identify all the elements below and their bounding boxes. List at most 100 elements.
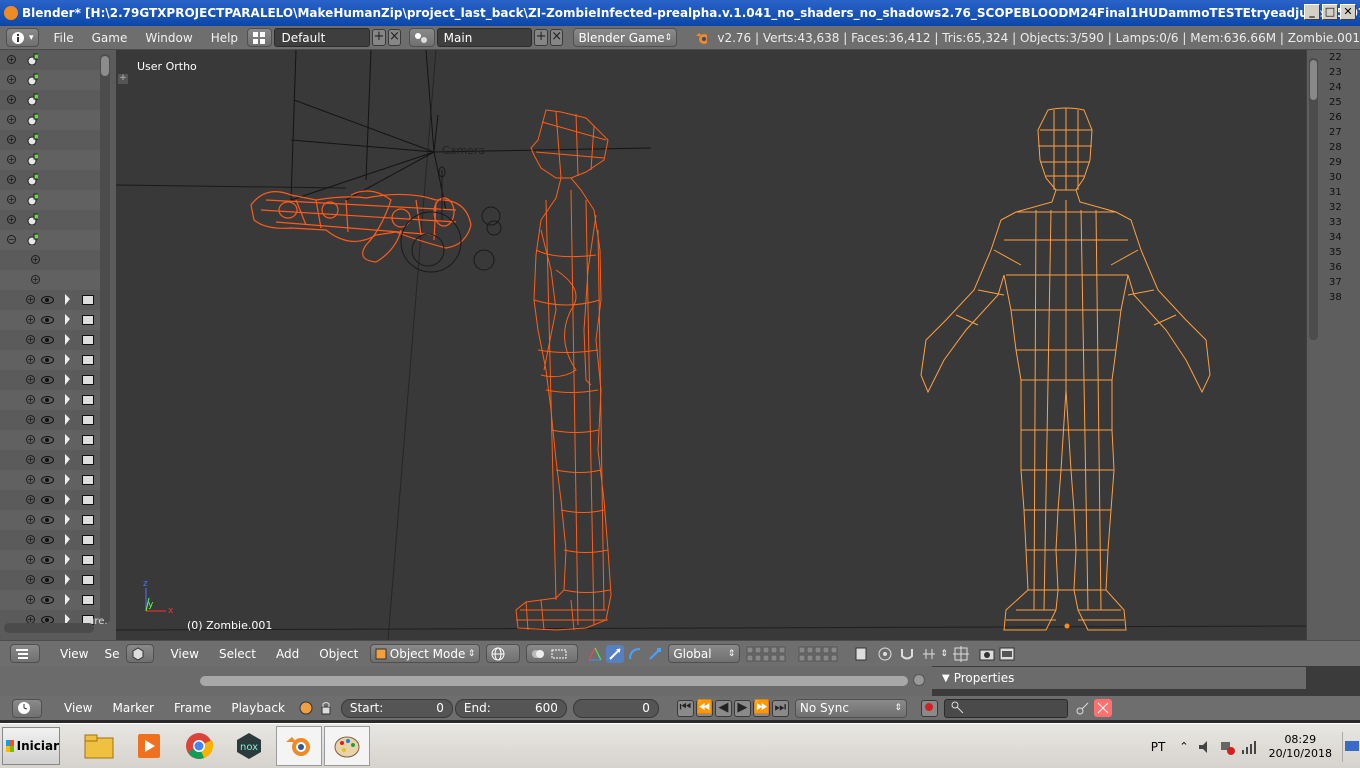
play-reverse-button[interactable]: ◀ [714, 699, 732, 717]
render-camera-icon[interactable] [82, 335, 94, 345]
expand-toggle-icon[interactable]: + [31, 255, 40, 264]
snap-target-icon[interactable] [952, 645, 970, 663]
layer-lock-icon[interactable] [852, 645, 870, 663]
outliner-row[interactable]: + [0, 50, 100, 70]
visibility-eye-icon[interactable] [41, 516, 54, 524]
remove-scene-button[interactable]: × [549, 29, 564, 46]
expand-toggle-icon[interactable]: + [26, 495, 35, 504]
taskbar-explorer[interactable] [76, 726, 122, 766]
outliner-row[interactable]: + [0, 550, 100, 570]
collapse-triangle-icon[interactable]: ▼ [942, 673, 950, 684]
render-engine-dropdown[interactable]: Blender Game ⇕ [573, 28, 678, 47]
network-error-icon[interactable] [1219, 739, 1235, 755]
expand-toggle-icon[interactable]: + [26, 335, 35, 344]
outliner-row[interactable]: + [0, 470, 100, 490]
outliner-row[interactable]: + [0, 150, 100, 170]
outliner-view-menu[interactable]: View [50, 647, 98, 661]
layers-grid-left-icon[interactable] [746, 645, 794, 663]
render-camera-icon[interactable] [82, 355, 94, 365]
viewport-shading-dropdown[interactable] [486, 644, 521, 663]
speaker-icon[interactable] [1197, 739, 1213, 755]
3d-view-editor-type-button[interactable] [126, 644, 155, 663]
show-desktop-button[interactable] [1342, 731, 1359, 762]
snap-magnet-icon[interactable] [898, 645, 916, 663]
object-menu[interactable]: Object [309, 647, 368, 661]
taskbar-media-player[interactable] [126, 726, 172, 766]
start-button[interactable]: Iniciar [2, 727, 60, 765]
outliner-row[interactable]: + [0, 390, 100, 410]
expand-toggle-icon[interactable]: + [26, 355, 35, 364]
visibility-eye-icon[interactable] [41, 396, 54, 404]
expand-toggle-icon[interactable]: + [7, 155, 16, 164]
visibility-eye-icon[interactable] [41, 536, 54, 544]
add-menu[interactable]: Add [266, 647, 309, 661]
visibility-eye-icon[interactable] [41, 456, 54, 464]
visibility-eye-icon[interactable] [41, 596, 54, 604]
jump-prev-keyframe-button[interactable]: ⏪ [695, 699, 713, 717]
lock-icon[interactable] [317, 699, 335, 717]
remove-screen-button[interactable]: × [387, 29, 402, 46]
selectability-cursor-icon[interactable] [65, 374, 70, 385]
visibility-eye-icon[interactable] [41, 356, 54, 364]
visibility-eye-icon[interactable] [41, 556, 54, 564]
expand-toggle-icon[interactable]: + [26, 415, 35, 424]
selectability-cursor-icon[interactable] [65, 454, 70, 465]
select-menu[interactable]: Select [209, 647, 266, 661]
selectability-cursor-icon[interactable] [65, 394, 70, 405]
jump-start-button[interactable]: ⏮ [676, 699, 694, 717]
expand-toggle-icon[interactable]: + [7, 75, 16, 84]
outliner-row[interactable]: + [0, 350, 100, 370]
selectability-cursor-icon[interactable] [65, 354, 70, 365]
expand-toggle-icon[interactable]: + [26, 475, 35, 484]
render-camera-icon[interactable] [82, 315, 94, 325]
outliner-row[interactable]: + [0, 70, 100, 90]
expand-toggle-icon[interactable]: + [26, 435, 35, 444]
outliner-search-menu[interactable]: Se [98, 647, 126, 661]
viewport-canvas[interactable]: Camera z x y [116, 50, 1306, 640]
add-screen-button[interactable]: + [372, 29, 386, 46]
preview-range-icon[interactable] [297, 699, 315, 717]
expand-toggle-icon[interactable]: + [26, 455, 35, 464]
screen-layout-icon-button[interactable] [247, 28, 273, 47]
render-camera-icon[interactable] [82, 595, 94, 605]
menu-window[interactable]: Window [136, 31, 201, 45]
expand-toggle-icon[interactable]: + [26, 535, 35, 544]
outliner-row[interactable]: + [0, 250, 100, 270]
visibility-eye-icon[interactable] [41, 476, 54, 484]
render-camera-icon[interactable] [82, 575, 94, 585]
weapon-mesh[interactable] [250, 190, 472, 263]
visibility-eye-icon[interactable] [41, 416, 54, 424]
outliner-row[interactable]: + [0, 110, 100, 130]
render-camera-icon[interactable] [82, 515, 94, 525]
toolshelf-toggle-icon[interactable]: + [118, 74, 128, 84]
outliner-row[interactable]: + [0, 270, 100, 290]
visibility-eye-icon[interactable] [41, 576, 54, 584]
taskbar-paint[interactable] [324, 726, 370, 766]
render-camera-icon[interactable] [82, 415, 94, 425]
outliner-row[interactable]: + [0, 190, 100, 210]
camera-object[interactable] [290, 50, 652, 211]
expand-toggle-icon[interactable]: + [26, 315, 35, 324]
minimize-button[interactable]: _ [1304, 4, 1320, 20]
expand-toggle-icon[interactable]: + [26, 375, 35, 384]
scale-manipulator-icon[interactable] [646, 645, 664, 663]
render-camera-icon[interactable] [82, 435, 94, 445]
taskbar-nox[interactable]: nox [226, 726, 272, 766]
selectability-cursor-icon[interactable] [65, 434, 70, 445]
taskbar-chrome[interactable] [176, 726, 222, 766]
maximize-button[interactable]: □ [1322, 4, 1338, 20]
expand-toggle-icon[interactable]: + [7, 135, 16, 144]
3d-viewport[interactable]: Camera z x y User Ortho (0) Zombie.001 + [116, 50, 1306, 640]
outliner-scrollbar[interactable] [100, 54, 110, 624]
outliner-row[interactable]: + [0, 570, 100, 590]
render-camera-icon[interactable] [82, 395, 94, 405]
timeline-marker-menu[interactable]: Marker [102, 701, 163, 715]
show-hidden-icons-icon[interactable]: ⌃ [1179, 740, 1188, 753]
language-indicator[interactable]: PT [1151, 740, 1166, 754]
visibility-eye-icon[interactable] [41, 496, 54, 504]
transform-orientation-dropdown[interactable]: Global ⇕ [668, 644, 741, 663]
selectability-cursor-icon[interactable] [65, 554, 70, 565]
expand-toggle-icon[interactable]: − [7, 235, 16, 244]
outliner-row[interactable]: + [0, 130, 100, 150]
mode-dropdown[interactable]: Object Mode ⇕ [370, 644, 481, 663]
